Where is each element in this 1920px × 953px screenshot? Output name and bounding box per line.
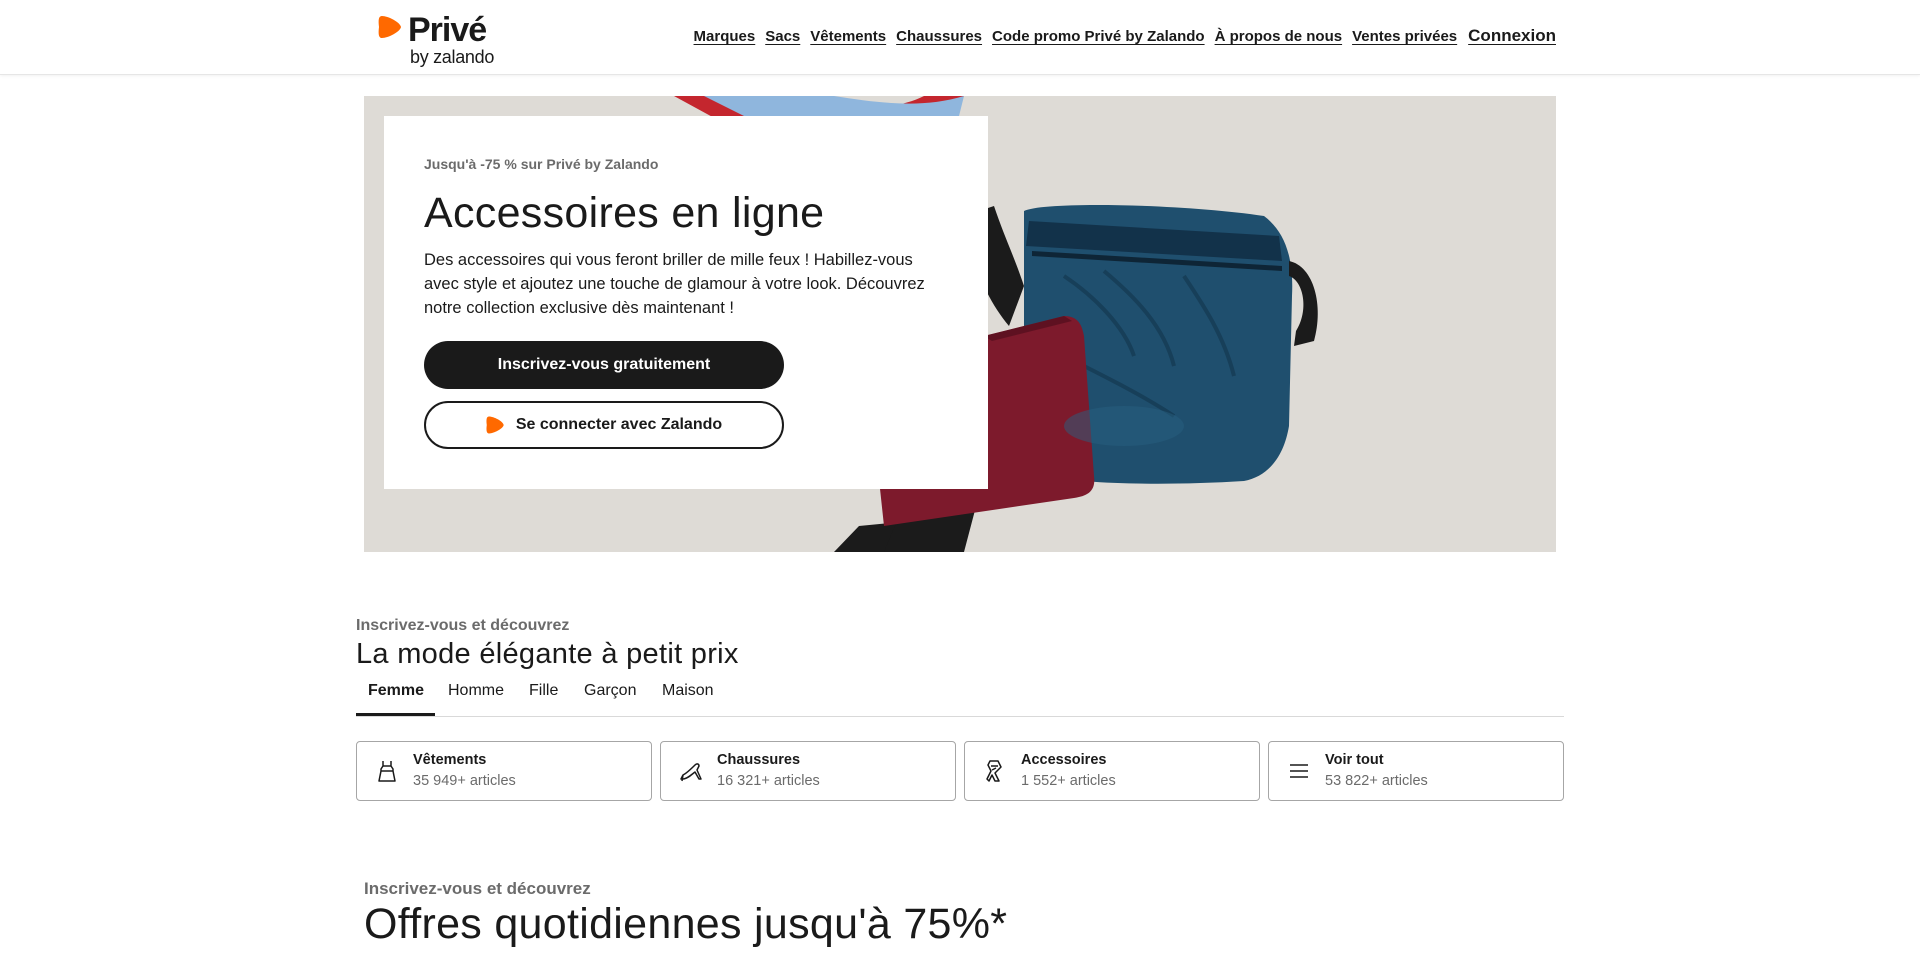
tab-femme[interactable]: Femme (368, 682, 424, 700)
zalando-connect-label: Se connecter avec Zalando (515, 416, 723, 433)
card-title: Accessoires (1021, 752, 1107, 768)
tab-homme[interactable]: Homme (448, 682, 504, 700)
gender-tabs: Femme Homme Fille Garçon Maison (356, 672, 1564, 717)
category-card-vetements[interactable]: Vêtements 35 949+ articles (356, 741, 652, 801)
dress-icon (378, 761, 396, 782)
nav-link-ventes-privees[interactable]: Ventes privées (1352, 28, 1457, 45)
menu-icon (1290, 764, 1308, 778)
categories-title: La mode élégante à petit prix (356, 638, 739, 670)
nav-link-vetements[interactable]: Vêtements (810, 28, 886, 45)
offers-eyebrow: Inscrivez-vous et découvrez (364, 879, 591, 898)
signup-button[interactable]: Inscrivez-vous gratuitement (424, 341, 784, 389)
card-title: Vêtements (413, 752, 487, 768)
category-card-voir-tout[interactable]: Voir tout 53 822+ articles (1268, 741, 1564, 801)
card-count: 16 321+ articles (717, 773, 820, 789)
zalando-logo-icon (486, 416, 504, 434)
tab-fille[interactable]: Fille (529, 682, 558, 700)
hero-card: Jusqu'à -75 % sur Privé by Zalando Acces… (384, 116, 988, 489)
active-tab-indicator (356, 713, 435, 716)
nav-link-a-propos[interactable]: À propos de nous (1215, 28, 1343, 45)
card-count: 53 822+ articles (1325, 773, 1428, 789)
nav-link-marques[interactable]: Marques (694, 28, 756, 45)
card-count: 1 552+ articles (1021, 773, 1116, 789)
logo-sub-text: by zalando (410, 47, 495, 67)
nav-link-chaussures[interactable]: Chaussures (896, 28, 982, 45)
category-cards: Vêtements 35 949+ articles Chaussures 16… (356, 741, 1564, 801)
nav-link-sacs[interactable]: Sacs (765, 28, 800, 45)
category-card-chaussures[interactable]: Chaussures 16 321+ articles (660, 741, 956, 801)
tab-garcon[interactable]: Garçon (584, 682, 636, 700)
hero-description: Des accessoires qui vous feront briller … (424, 251, 925, 317)
shoe-icon (680, 763, 702, 782)
card-title: Chaussures (717, 752, 801, 768)
main-nav: Marques Sacs Vêtements Chaussures Code p… (694, 26, 1556, 46)
categories-eyebrow: Inscrivez-vous et découvrez (356, 617, 570, 634)
offers-title: Offres quotidiennes jusqu'à 75%* (364, 900, 1008, 948)
logo-brand-text: Privé (408, 11, 487, 49)
prive-logo[interactable]: Privé by zalando (378, 10, 528, 67)
tab-maison[interactable]: Maison (662, 682, 714, 700)
scarf-icon (986, 760, 1002, 782)
zalando-connect-button[interactable]: Se connecter avec Zalando (424, 401, 784, 449)
nav-link-code-promo[interactable]: Code promo Privé by Zalando (992, 28, 1205, 45)
hero-banner: Jusqu'à -75 % sur Privé by Zalando Acces… (364, 96, 1556, 552)
card-title: Voir tout (1325, 752, 1384, 768)
site-header: Privé by zalando Marques Sacs Vêtements … (0, 0, 1920, 75)
category-card-accessoires[interactable]: Accessoires 1 552+ articles (964, 741, 1260, 801)
logo-mark-icon (378, 16, 401, 38)
hero-eyebrow: Jusqu'à -75 % sur Privé by Zalando (424, 156, 659, 172)
hero-title: Accessoires en ligne (424, 189, 825, 237)
login-link[interactable]: Connexion (1468, 26, 1556, 46)
card-count: 35 949+ articles (413, 773, 516, 789)
